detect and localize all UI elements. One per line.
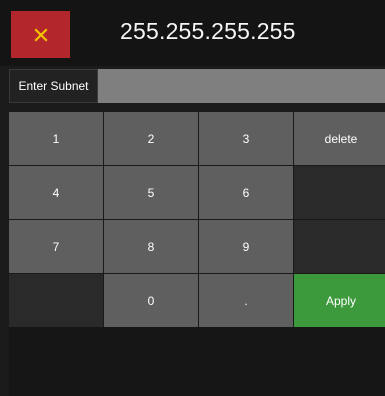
delete-button[interactable]: delete [294,112,385,165]
subnet-entry-row: Enter Subnet [9,69,385,103]
key-2[interactable]: 2 [104,112,198,165]
key-0[interactable]: 0 [104,274,198,327]
key-3[interactable]: 3 [199,112,293,165]
key-6[interactable]: 6 [199,166,293,219]
key-7[interactable]: 7 [9,220,103,273]
subnet-value-title: 255.255.255.255 [120,18,296,44]
subnet-input[interactable] [99,69,385,103]
apply-button[interactable]: Apply [294,274,385,327]
key-4[interactable]: 4 [9,166,103,219]
blank-key [294,220,385,273]
key-dot[interactable]: . [199,274,293,327]
subnet-dialog: 255.255.255.255 Enter Subnet 1 2 3 delet… [0,0,385,396]
key-8[interactable]: 8 [104,220,198,273]
enter-subnet-label: Enter Subnet [9,69,98,103]
blank-key [294,166,385,219]
close-x-icon [33,27,48,42]
dialog-header: 255.255.255.255 [0,0,385,66]
blank-key [9,274,103,327]
key-1[interactable]: 1 [9,112,103,165]
key-9[interactable]: 9 [199,220,293,273]
close-button[interactable] [11,11,70,58]
key-5[interactable]: 5 [104,166,198,219]
numeric-keypad: 1 2 3 delete 4 5 6 7 8 9 0 . Apply [9,112,385,327]
empty-footer-area [9,327,385,396]
